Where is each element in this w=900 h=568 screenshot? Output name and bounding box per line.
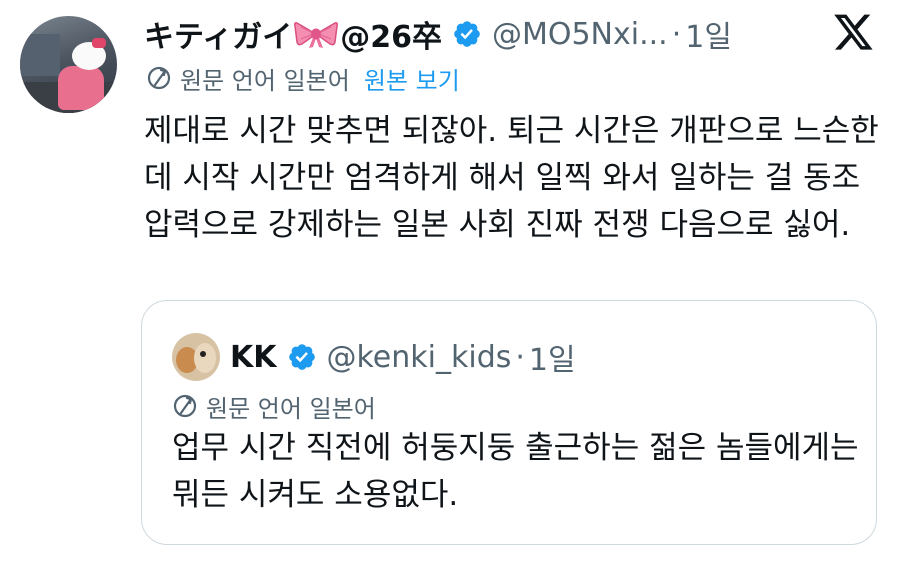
quote-handle[interactable]: @kenki_kids [327,340,512,375]
translate-icon [173,394,197,418]
quote-avatar[interactable] [172,333,220,381]
avatar-figure-bow [92,38,106,48]
avatar-background [20,34,60,76]
quote-header: KK @kenki_kids · 1일 [230,333,576,381]
translation-notice: 원문 언어 일본어 원본 보기 [146,61,460,96]
quoted-tweet[interactable]: KK @kenki_kids · 1일 원문 언어 일본어 업무 시간 직전에 … [141,300,877,545]
show-original-link[interactable]: 원본 보기 [364,61,460,96]
verified-badge-icon [452,19,482,49]
meta-separator: · [671,16,682,52]
verified-badge-icon [287,342,317,372]
user-handle[interactable]: @MO5Nxi... [492,17,668,52]
tweet-text: 제대로 시간 맞추면 되잖아. 퇴근 시간은 개판으로 느슨한데 시작 시간만 … [144,113,879,243]
avatar-figure-body [58,66,104,110]
ribbon-bow-icon [294,19,339,49]
translation-label: 원문 언어 일본어 [180,66,350,95]
x-logo-icon[interactable] [834,14,874,52]
avatar-dog-eye [200,351,206,357]
display-name[interactable]: キティガイ [144,12,292,56]
translate-icon [147,66,171,90]
quote-time[interactable]: 1일 [529,335,576,379]
quote-meta-separator: · [515,339,525,375]
display-name-suffix[interactable]: @26卒 [340,12,442,56]
avatar[interactable] [20,16,117,113]
avatar-dog-2 [194,343,216,373]
quote-translation-notice: 원문 언어 일본어 [172,390,376,423]
tweet-header: キティガイ @26卒 @MO5Nxi... · 1일 [144,10,732,58]
quote-translation-label: 원문 언어 일본어 [206,394,376,423]
quote-display-name[interactable]: KK [230,340,277,375]
post-time[interactable]: 1일 [685,12,732,56]
quote-text: 업무 시간 직전에 허둥지둥 출근하는 젊은 놈들에게는 뭐든 시켜도 소용없다… [172,430,859,513]
